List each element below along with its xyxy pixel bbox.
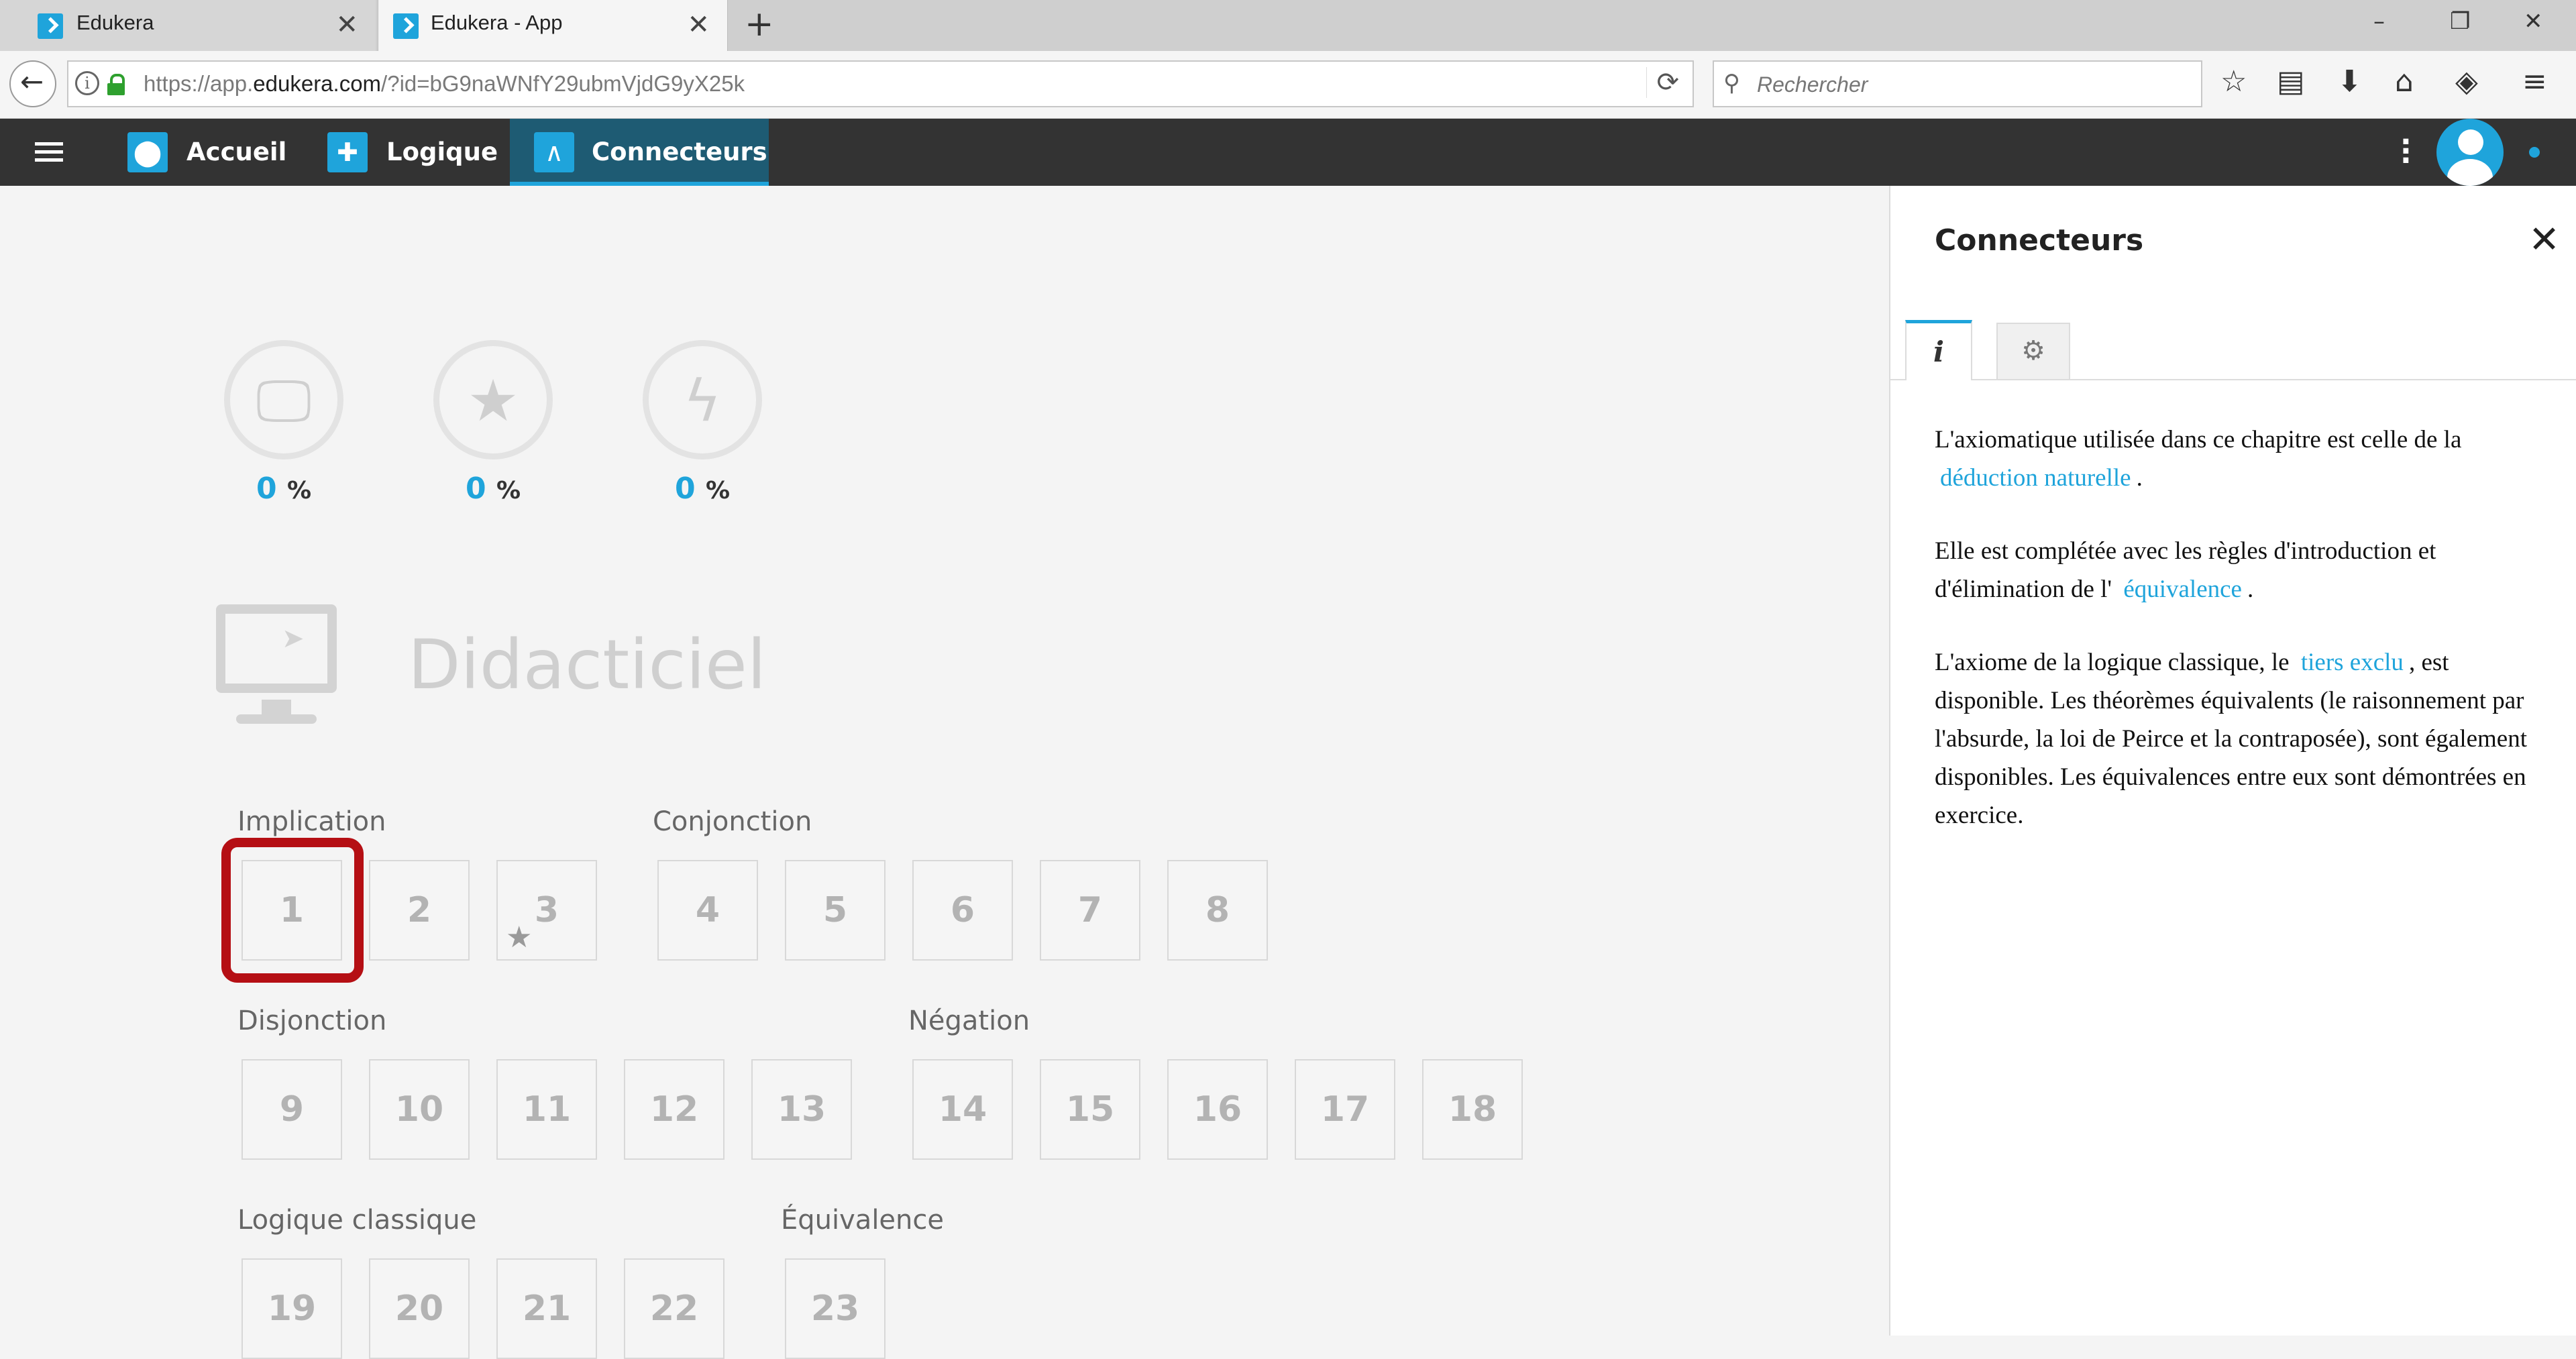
map-marker-icon: ⬤ xyxy=(127,132,168,172)
exercise-box[interactable]: 5 xyxy=(785,860,885,961)
exercise-box[interactable]: 21 xyxy=(496,1258,597,1359)
exercise-box[interactable]: 9 xyxy=(241,1059,342,1160)
exercise-box[interactable]: 14 xyxy=(912,1059,1013,1160)
gear-icon[interactable]: ⚙ xyxy=(1996,323,2070,379)
restore-icon[interactable]: ❐ xyxy=(2450,8,2470,35)
panel-body: L'axiomatique utilisée dans ce chapitre … xyxy=(1935,421,2545,869)
exercise-box[interactable]: 20 xyxy=(369,1258,470,1359)
arrow-left-icon: ← xyxy=(20,65,44,98)
avatar[interactable] xyxy=(2436,119,2504,186)
bookmark-star-icon[interactable]: ☆ xyxy=(2220,64,2247,99)
search-input[interactable]: ⚲ Rechercher xyxy=(1713,60,2202,107)
exercise-box[interactable]: 2 xyxy=(369,860,470,961)
lambda-icon: ∧ xyxy=(534,132,574,172)
exercise-box[interactable]: 8 xyxy=(1167,860,1268,961)
tab-info[interactable]: i xyxy=(1905,320,1972,380)
stat-value: 0 % xyxy=(465,472,521,506)
info-panel: Connecteurs ✕ i ⚙ L'axiomatique utilisée… xyxy=(1889,186,2576,1336)
exercise-box[interactable]: 3 ★ xyxy=(496,860,597,961)
section-title: Didacticiel xyxy=(408,625,767,705)
nav-label: Connecteurs xyxy=(592,138,767,166)
stat-stars: ★ 0 % xyxy=(429,340,557,506)
exercise-box[interactable]: 15 xyxy=(1040,1059,1140,1160)
exercise-box[interactable]: 18 xyxy=(1422,1059,1523,1160)
stat-value: 0 % xyxy=(256,472,312,506)
tab-divider xyxy=(1890,379,2576,380)
link-equivalence[interactable]: équivalence xyxy=(2123,576,2242,603)
link-deduction-naturelle[interactable]: déduction naturelle xyxy=(1940,464,2131,492)
group-label-negation: Négation xyxy=(908,1005,1030,1036)
selection-highlight xyxy=(221,838,364,983)
star-icon: ★ xyxy=(433,340,553,459)
search-placeholder: Rechercher xyxy=(1757,72,1868,97)
group-label-logique-classique: Logique classique xyxy=(237,1205,477,1236)
exercise-box[interactable]: 4 xyxy=(657,860,758,961)
exercise-box[interactable]: 22 xyxy=(624,1258,724,1359)
main-content: 🖵 0 % ★ 0 % ϟ 0 % ➤ Didacticiel xyxy=(0,186,1889,1336)
browser-tab-bar: Edukera ✕ Edukera - App ✕ + – ❐ ✕ xyxy=(0,0,2576,51)
exercise-box[interactable]: 17 xyxy=(1295,1059,1395,1160)
exercise-box[interactable]: 10 xyxy=(369,1059,470,1160)
edukera-favicon-icon xyxy=(38,13,63,39)
monitor-icon: ➤ xyxy=(216,604,337,724)
paragraph: L'axiomatique utilisée dans ce chapitre … xyxy=(1935,426,2462,492)
minimize-icon[interactable]: – xyxy=(2373,8,2385,35)
close-tab-icon[interactable]: ✕ xyxy=(335,9,358,40)
tab-title: Edukera xyxy=(76,11,154,34)
info-icon[interactable]: i xyxy=(75,71,99,95)
monitor-icon: 🖵 xyxy=(224,340,343,459)
more-options-icon[interactable]: · · · xyxy=(2400,127,2412,176)
star-icon: ★ xyxy=(506,920,533,955)
reading-list-icon[interactable]: ▤ xyxy=(2277,64,2305,99)
nav-label: Accueil xyxy=(186,138,287,166)
status-dot xyxy=(2529,147,2540,158)
group-label-equivalence: Équivalence xyxy=(781,1205,944,1236)
back-button[interactable]: ← xyxy=(9,60,56,107)
stat-speed: ϟ 0 % xyxy=(639,340,766,506)
browser-tab[interactable]: Edukera ✕ xyxy=(0,0,376,51)
group-label-conjonction: Conjonction xyxy=(653,806,812,837)
url-text[interactable]: https://app.edukera.com/?id=bG9naWNfY29u… xyxy=(144,71,745,97)
browser-nav-bar: ← i https://app.edukera.com/?id=bG9naWNf… xyxy=(0,51,2576,119)
nav-tab-accueil[interactable]: ⬤ Accueil xyxy=(127,119,295,186)
browser-tab-active[interactable]: Edukera - App ✕ xyxy=(378,0,728,51)
group-label-disjonction: Disjonction xyxy=(237,1005,387,1036)
tab-title: Edukera - App xyxy=(431,11,563,34)
edukera-favicon-icon xyxy=(393,13,419,39)
paragraph: Elle est complétée avec les règles d'int… xyxy=(1935,537,2436,603)
exercise-box[interactable]: 13 xyxy=(751,1059,852,1160)
nav-tab-logique[interactable]: ✚ Logique xyxy=(327,119,498,186)
search-icon: ⚲ xyxy=(1723,70,1740,97)
hamburger-menu-icon[interactable] xyxy=(35,142,63,162)
app-header: ⬤ Accueil ✚ Logique ∧ Connecteurs · · · xyxy=(0,119,2576,186)
group-label-implication: Implication xyxy=(237,806,386,837)
menu-icon[interactable]: ≡ xyxy=(2522,64,2547,99)
lock-icon xyxy=(107,74,125,95)
link-tiers-exclu[interactable]: tiers exclu xyxy=(2301,649,2404,676)
exercise-box[interactable]: 19 xyxy=(241,1258,342,1359)
puzzle-icon: ✚ xyxy=(327,132,368,172)
exercise-box[interactable]: 7 xyxy=(1040,860,1140,961)
exercise-box[interactable]: 12 xyxy=(624,1059,724,1160)
nav-label: Logique xyxy=(386,138,498,166)
paragraph: L'axiome de la logique classique, le tie… xyxy=(1935,649,2528,829)
new-tab-button[interactable]: + xyxy=(745,4,774,44)
stat-value: 0 % xyxy=(674,472,731,506)
nav-tab-connecteurs[interactable]: ∧ Connecteurs xyxy=(510,119,769,186)
exercise-box[interactable]: 23 xyxy=(785,1258,885,1359)
lightning-icon: ϟ xyxy=(643,340,762,459)
stat-tutorial: 🖵 0 % xyxy=(220,340,347,506)
close-window-icon[interactable]: ✕ xyxy=(2524,8,2543,35)
reload-icon[interactable]: ⟳ xyxy=(1646,67,1679,98)
exercise-box[interactable]: 11 xyxy=(496,1059,597,1160)
close-icon[interactable]: ✕ xyxy=(2528,218,2560,262)
exercise-box[interactable]: 6 xyxy=(912,860,1013,961)
home-icon[interactable]: ⌂ xyxy=(2395,64,2414,99)
address-bar[interactable]: i https://app.edukera.com/?id=bG9naWNfY2… xyxy=(67,60,1694,107)
exercise-box[interactable]: 16 xyxy=(1167,1059,1268,1160)
download-icon[interactable]: ⬇ xyxy=(2337,64,2362,99)
close-tab-icon[interactable]: ✕ xyxy=(687,9,710,40)
panel-title: Connecteurs xyxy=(1935,223,2144,258)
pocket-icon[interactable]: ◈ xyxy=(2455,64,2478,99)
